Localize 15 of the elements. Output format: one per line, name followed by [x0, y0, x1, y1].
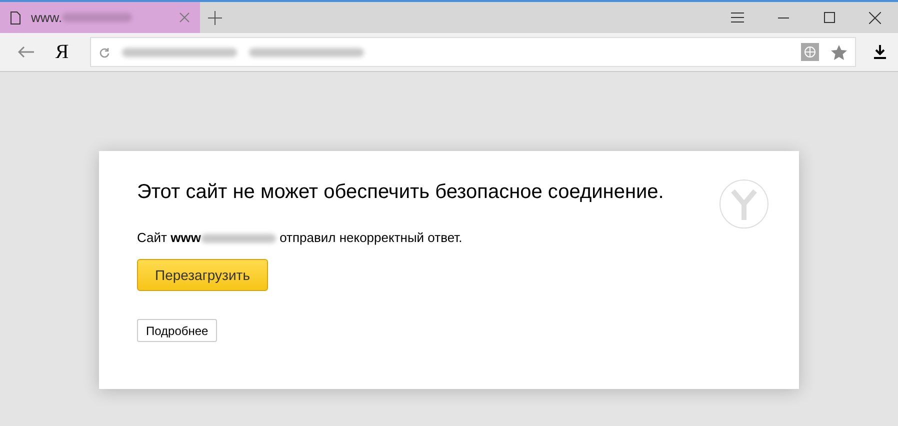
browser-logo-icon	[719, 179, 769, 229]
browser-logo[interactable]: Я	[52, 40, 72, 64]
reload-button[interactable]: Перезагрузить	[137, 259, 268, 291]
star-icon[interactable]	[831, 44, 847, 60]
error-title: Этот сайт не может обеспечить безопасное соединение.	[137, 181, 665, 204]
error-message: Сайт www отправил некорректный ответ.	[137, 230, 464, 245]
back-icon[interactable]	[18, 46, 34, 58]
details-button[interactable]: Подробнее	[137, 319, 218, 342]
download-icon[interactable]	[874, 45, 886, 59]
close-tab-icon[interactable]	[179, 12, 190, 23]
reload-icon[interactable]	[99, 46, 110, 58]
browser-tab[interactable]: www.	[0, 2, 200, 33]
globe-icon[interactable]	[801, 43, 819, 61]
page-icon	[10, 10, 21, 24]
tab-title: www.	[31, 10, 169, 25]
